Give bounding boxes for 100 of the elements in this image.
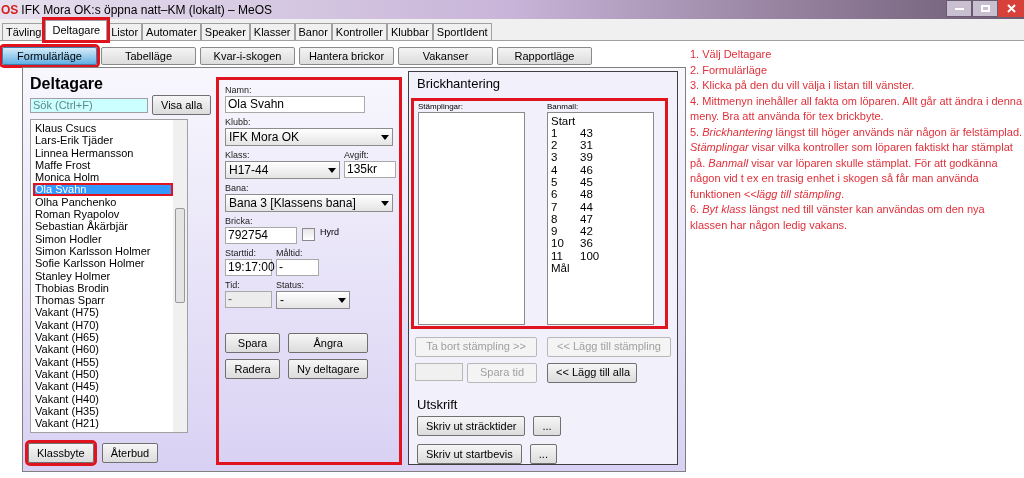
panel-title: Brickhantering (417, 75, 502, 93)
form-button[interactable]: Radera (225, 359, 280, 379)
form-button[interactable]: Spara (225, 333, 280, 353)
runner-list-item[interactable]: Vakant (H45) (33, 380, 173, 393)
close-icon[interactable] (998, 0, 1024, 17)
instruction-note: 6. Byt klass längst ned till vänster kan användas om den nya klassen har någon ledig vakans. (690, 202, 986, 233)
dropdown[interactable]: Bana 3 [Klassens bana] (225, 194, 393, 212)
instruction-note: 3. Klicka på den du vill välja i listan till vänster. (690, 78, 916, 93)
scrollbar[interactable] (173, 120, 187, 432)
course-row[interactable]: 4 46 (551, 163, 653, 176)
search-field[interactable]: Sök (Ctrl+F) (30, 97, 148, 113)
mode-button[interactable]: Hantera brickor (299, 47, 394, 65)
tab[interactable]: Deltagare (45, 20, 108, 40)
more-button[interactable]: ... (529, 444, 557, 464)
field-label: Status: (276, 280, 305, 291)
course-row[interactable]: 3 39 (551, 151, 653, 164)
runner-list-item[interactable]: Lars-Erik Tjäder (33, 134, 173, 147)
runner-list-item[interactable]: Sebastian Åkärbjär (33, 220, 173, 233)
field-label: Namn: (225, 85, 253, 96)
runner-list-item[interactable]: Vakant (H40) (33, 392, 173, 405)
course-row[interactable]: 5 45 (551, 176, 653, 189)
card-field[interactable]: 792754 (225, 227, 297, 244)
tab[interactable]: SportIdent (432, 23, 492, 40)
course-row[interactable]: 1 43 (551, 126, 653, 140)
runner-list-item[interactable]: Thomas Sparr (33, 294, 173, 307)
print-button[interactable]: Skriv ut startbevis (417, 444, 522, 464)
show-all-button[interactable]: Visa alla (152, 95, 212, 115)
print-button[interactable]: Skriv ut sträcktider (417, 416, 526, 436)
runner-list-item[interactable]: Vakant (H35) (33, 404, 173, 418)
course-row[interactable]: 9 42 (551, 225, 653, 238)
mode-button[interactable]: Vakanser (398, 47, 493, 65)
field-label: Klubb: (225, 117, 252, 128)
dropdown[interactable]: IFK Mora OK (225, 128, 393, 146)
maximize-icon[interactable] (972, 0, 998, 17)
runner-list-item[interactable]: Simon Karlsson Holmer (33, 244, 173, 258)
course-row[interactable]: 7 44 (551, 200, 653, 213)
runner-list-item[interactable]: Sofie Karlsson Holmer (33, 257, 173, 270)
list-label: Banmall: (547, 101, 580, 112)
course-row[interactable]: 6 48 (551, 188, 653, 201)
finish-time-field[interactable]: - (276, 259, 319, 276)
mode-button[interactable]: Formulärläge (2, 47, 97, 65)
checkbox[interactable] (302, 228, 315, 241)
course-row[interactable]: Start (551, 114, 653, 127)
dropdown[interactable]: H17-44 (225, 161, 340, 179)
dropdown-caret-icon (338, 297, 346, 303)
course-row[interactable]: 11 100 (551, 249, 653, 263)
runner-list-item[interactable]: Vakant (H60) (33, 343, 173, 356)
form-button[interactable]: Ångra (288, 333, 369, 353)
tab[interactable]: Automater (142, 23, 201, 40)
instruction-note: 1. Välj Deltagare (690, 47, 773, 62)
runner-list-item[interactable]: Thobias Brodin (33, 281, 173, 295)
course-row[interactable]: 2 31 (551, 139, 653, 152)
tab[interactable]: Kontroller (331, 23, 387, 40)
tab[interactable]: Speaker (200, 23, 250, 40)
runner-list-item[interactable]: Vakant (H55) (33, 355, 173, 368)
dropdown-caret-icon (328, 167, 336, 173)
time-input[interactable] (415, 362, 463, 381)
instruction-note: 4. Mittmenyn inehåller all fakta om löparen. Allt går att ändra i denna meny. Bra att använda för tex brickbyte. (690, 93, 1024, 124)
runner-list-item[interactable]: Vakant (H50) (33, 367, 173, 381)
runner-list-item[interactable]: Vakant (H70) (33, 318, 173, 332)
runner-action-button[interactable]: Återbud (101, 443, 159, 463)
course-row[interactable]: 8 47 (551, 212, 653, 226)
more-button[interactable]: ... (533, 416, 561, 436)
mode-button[interactable]: Rapportläge (497, 47, 592, 65)
dropdown-caret-icon (381, 200, 389, 206)
runner-list-item[interactable]: Vakant (H21) (33, 417, 173, 430)
punches-listbox[interactable] (418, 111, 525, 325)
runner-action-button[interactable]: Klassbyte (28, 443, 94, 463)
mode-button[interactable]: Tabelläge (101, 47, 196, 65)
field-label: Klass: (225, 150, 251, 161)
name-field[interactable]: Ola Svahn (225, 96, 365, 113)
list-title: Deltagare (30, 75, 104, 93)
add-all-button[interactable]: << Lägg till alla (547, 362, 637, 383)
runner-list-item[interactable]: Simon Hodler (33, 232, 173, 245)
dropdown[interactable]: - (276, 291, 350, 309)
runner-list-item[interactable]: Linnea Hermansson (33, 146, 173, 159)
field-label: Bana: (225, 183, 250, 194)
instruction-note: 5. Brickhantering längst till höger används när någon är felstämplad. Stämplingar visar vilka kontroller som löparen faktiskt har stämplat på. Banmall visar var löparen skulle stämplat. För att godkänna någon vid t ex en trasig enhet i skogen så får man använda funktionen <<lägg till stämpling. (690, 124, 1024, 202)
runner-list-item[interactable]: Roman Ryapolov (33, 208, 173, 221)
fee-field[interactable]: 135kr (344, 161, 396, 178)
runner-list-item[interactable]: Vakant (H75) (33, 306, 173, 319)
tab[interactable]: Klasser (249, 23, 295, 40)
app-logo: OS (1, 2, 19, 17)
course-row[interactable]: Mål (551, 262, 653, 275)
mode-button[interactable]: Kvar-i-skogen (200, 47, 295, 65)
runner-list-item[interactable]: Klaus Csucs (33, 122, 173, 135)
tab[interactable]: Klubbar (386, 23, 433, 40)
field-label: Avgift: (344, 150, 370, 161)
minimize-icon[interactable] (946, 0, 972, 17)
dropdown-caret-icon (381, 134, 389, 140)
field-label: Starttid: (225, 248, 257, 259)
window-title: IFK Mora OK:s öppna natt–KM (lokalt) – MeOS (21, 1, 273, 19)
runner-list-item[interactable]: Monica Holm (33, 171, 173, 184)
runner-list-item[interactable]: Olha Panchenko (33, 195, 173, 209)
runner-list-item[interactable]: Maffe Frost (33, 158, 173, 172)
runner-list-item[interactable]: Stanley Holmer (33, 269, 173, 282)
form-button[interactable]: Ny deltagare (288, 359, 369, 379)
runner-list-item[interactable]: Vakant (H65) (33, 331, 173, 344)
tab[interactable]: Banor (294, 23, 332, 40)
course-row[interactable]: 10 36 (551, 237, 653, 250)
